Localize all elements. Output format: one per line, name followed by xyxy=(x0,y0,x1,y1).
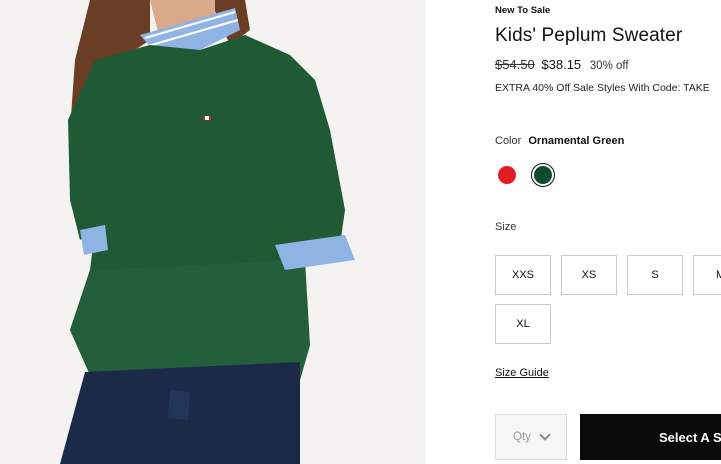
size-option-s[interactable]: S xyxy=(627,255,683,295)
selected-color-name: Ornamental Green xyxy=(528,135,625,147)
sale-price: $38.15 xyxy=(541,57,582,72)
size-label: Size xyxy=(495,221,517,233)
chevron-down-icon xyxy=(539,429,551,441)
product-photo[interactable] xyxy=(0,0,426,464)
price-row: $54.50 $38.15 30% off xyxy=(495,57,629,72)
color-label: Color xyxy=(495,135,522,147)
size-option-xxs[interactable]: XXS xyxy=(495,255,551,295)
sale-badge: New To Sale xyxy=(495,5,551,16)
original-price: $54.50 xyxy=(495,57,535,72)
product-title: Kids' Peplum Sweater xyxy=(495,25,683,46)
size-option-xs[interactable]: XS xyxy=(561,255,617,295)
swatch-green-dot xyxy=(534,166,552,184)
swatch-red-dot xyxy=(498,166,516,184)
color-swatch-red[interactable] xyxy=(495,163,519,187)
product-image-illustration xyxy=(0,0,426,464)
size-guide-link[interactable]: Size Guide xyxy=(495,367,549,379)
product-details-panel: New To Sale Kids' Peplum Sweater $54.50 … xyxy=(495,0,721,464)
quantity-placeholder: Qty xyxy=(513,431,531,443)
size-option-xl[interactable]: XL xyxy=(495,304,551,344)
color-selector-label: Color Ornamental Green xyxy=(495,135,624,147)
color-swatch-ornamental-green[interactable] xyxy=(531,163,555,187)
quantity-select[interactable]: Qty xyxy=(495,414,567,460)
promo-text: EXTRA 40% Off Sale Styles With Code: TAK… xyxy=(495,82,710,94)
select-size-button[interactable]: Select A Si xyxy=(580,414,721,460)
discount-label: 30% off xyxy=(589,60,629,72)
size-option-m[interactable]: M xyxy=(693,255,721,295)
